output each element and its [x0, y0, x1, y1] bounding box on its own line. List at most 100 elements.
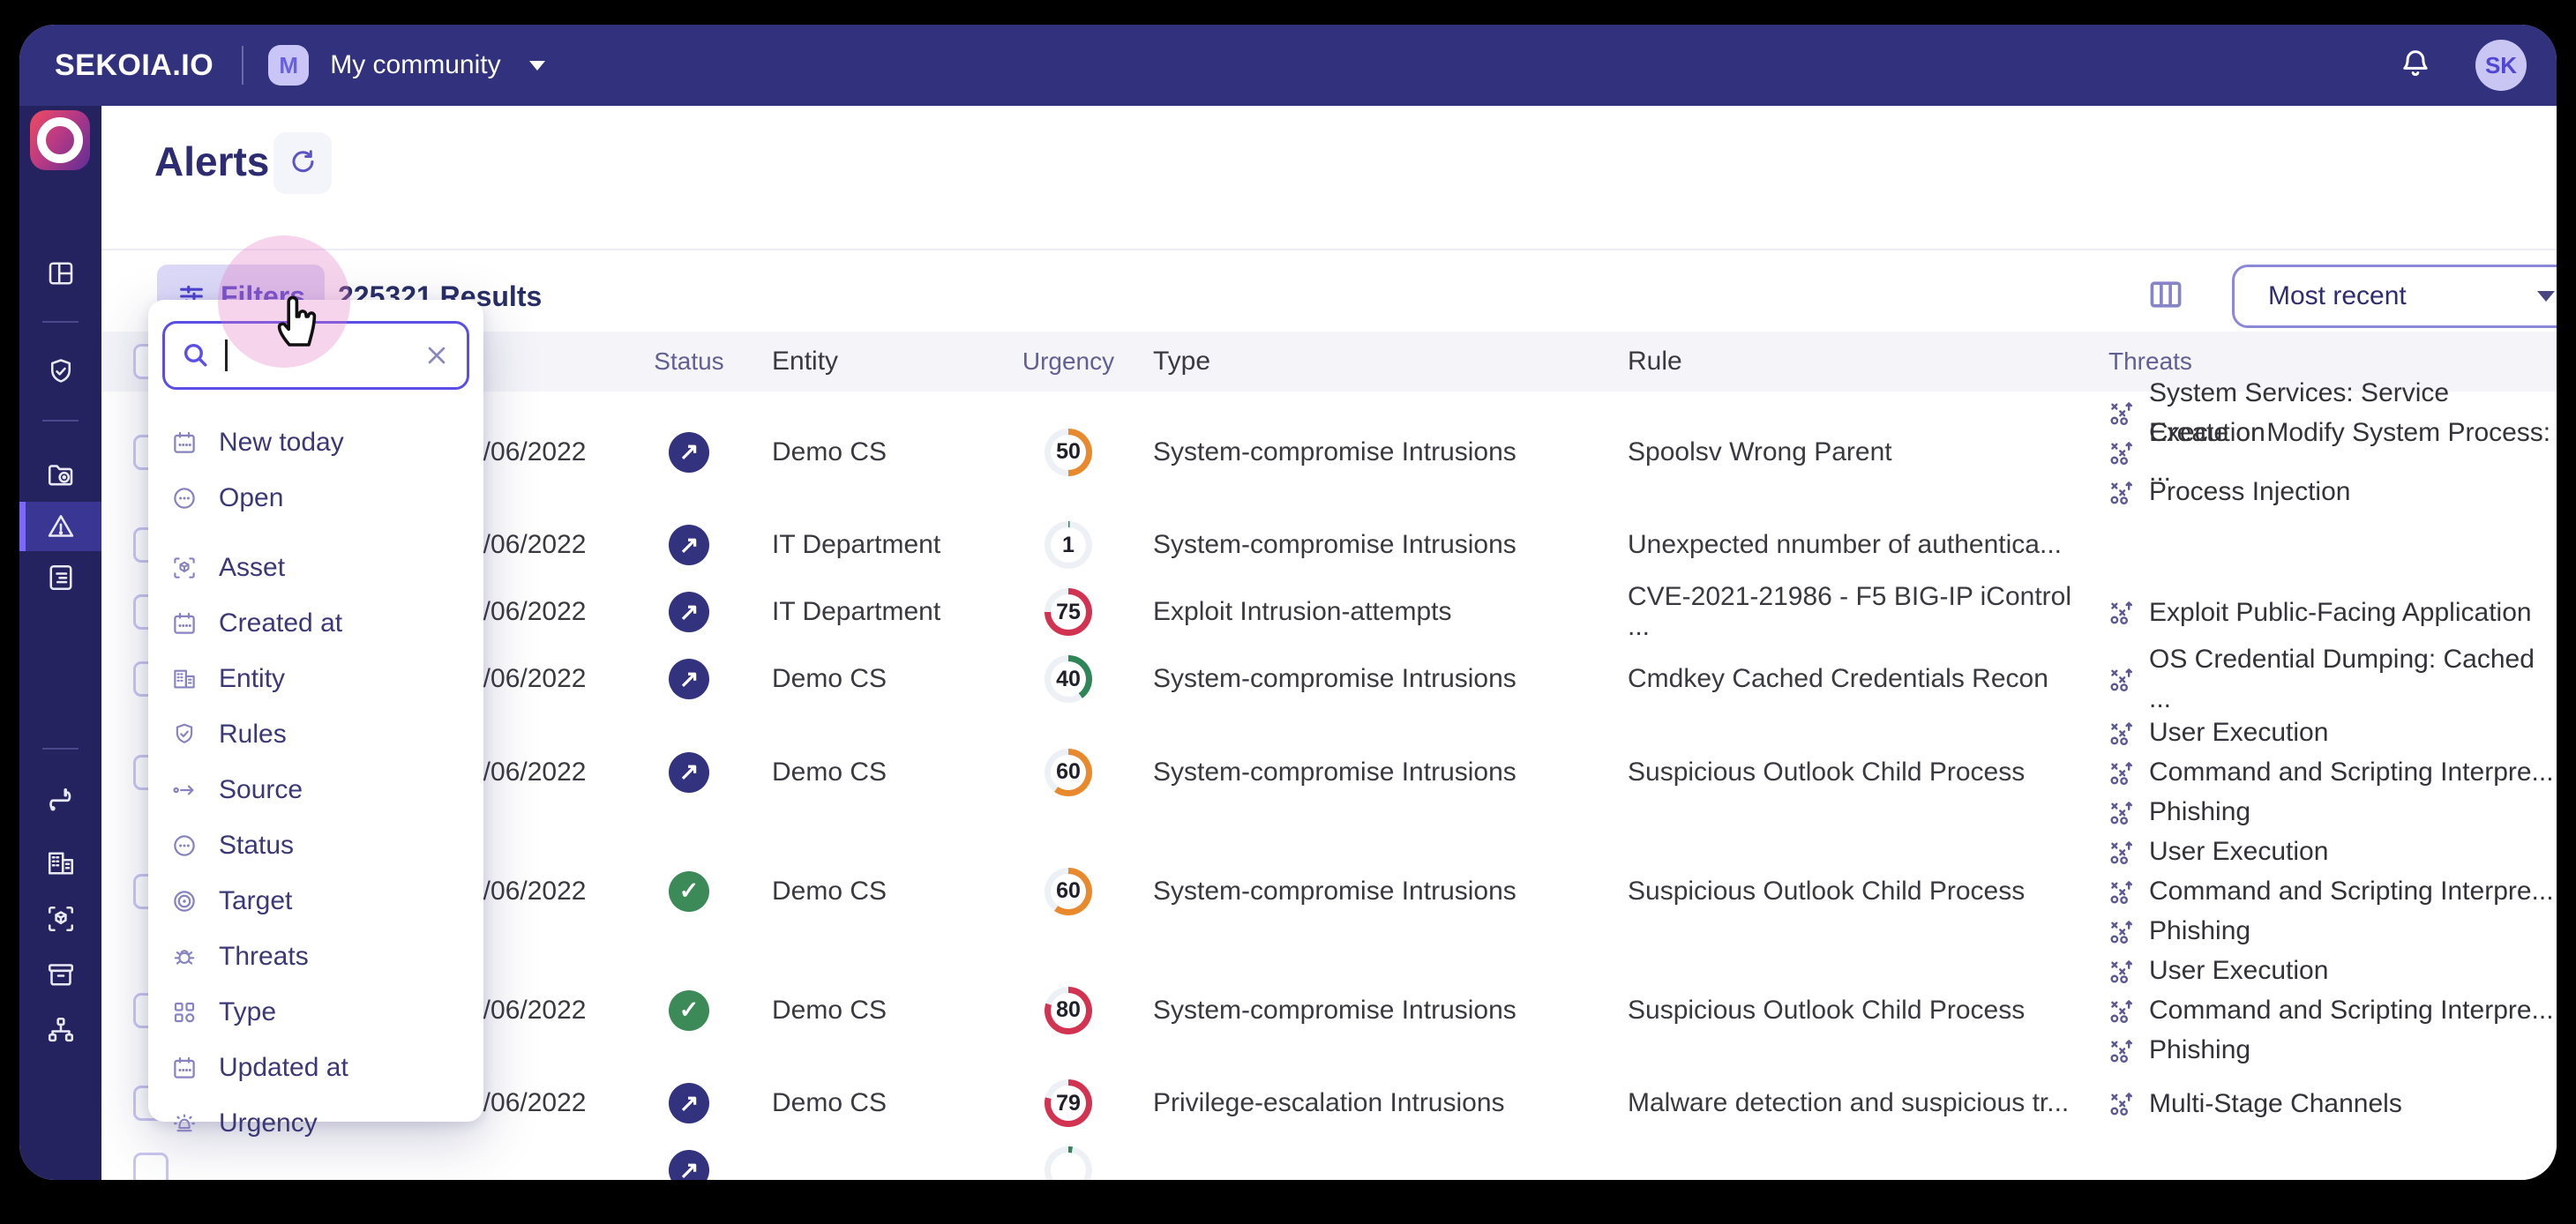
filter-item-asset[interactable]: Asset: [148, 540, 483, 595]
cell-entity: Demo CS: [742, 996, 1007, 1026]
threat-item: User Execution: [2108, 713, 2557, 752]
cell-rule: Spoolsv Wrong Parent: [1610, 437, 2086, 467]
status-circle-icon: [171, 485, 198, 511]
status-badge: [669, 1150, 709, 1180]
type-grid-icon: [171, 999, 198, 1026]
target-icon: [171, 888, 198, 914]
threat-item: Phishing: [2108, 792, 2557, 832]
cell-threats: User Execution Command and Scripting Int…: [2086, 832, 2557, 951]
urgency-gauge: 79: [1045, 1079, 1092, 1127]
columns-toggle-icon[interactable]: [2146, 275, 2185, 318]
cell-type: Exploit Intrusion-attempts: [1130, 597, 1610, 627]
threat-item: Exploit Public-Facing Application: [2108, 593, 2557, 632]
filter-item-target[interactable]: Target: [148, 873, 483, 929]
sidebar-item-entities[interactable]: [19, 839, 101, 888]
tactic-icon: [2108, 758, 2137, 787]
status-badge: [669, 871, 709, 912]
tactic-icon: [2108, 399, 2137, 427]
cell-threats: User Execution Command and Scripting Int…: [2086, 951, 2557, 1070]
cell-rule: Suspicious Outlook Child Process: [1610, 758, 2086, 787]
filter-item-type[interactable]: Type: [148, 984, 483, 1040]
sidebar-item-security[interactable]: [19, 347, 101, 397]
app-logo[interactable]: [30, 110, 90, 170]
archive-box-icon: [45, 959, 77, 990]
refresh-button[interactable]: [273, 132, 332, 194]
sidebar-item-assets[interactable]: [19, 894, 101, 944]
cell-type: System-compromise Intrusions: [1130, 996, 1610, 1026]
urgency-gauge: [1045, 1146, 1092, 1180]
clear-search-icon[interactable]: [423, 341, 451, 369]
sidebar-divider: [42, 420, 79, 422]
threat-item: Phishing: [2108, 911, 2557, 951]
status-badge: [669, 990, 709, 1031]
cell-threats: Exploit Public-Facing Application: [2086, 593, 2557, 632]
community-name: My community: [330, 50, 500, 80]
sidebar-divider: [42, 321, 79, 323]
cell-rule: Cmdkey Cached Credentials Recon: [1610, 664, 2086, 694]
alarm-icon: [171, 1110, 198, 1137]
tactic-icon: [2108, 598, 2137, 626]
shield-check-icon: [171, 721, 198, 748]
status-circle-icon: [171, 832, 198, 859]
sort-dropdown[interactable]: Most recent: [2232, 265, 2557, 328]
community-switcher[interactable]: M My community: [268, 45, 544, 86]
cell-threats: OS Credential Dumping: Cached ...: [2086, 660, 2557, 699]
col-header-threats[interactable]: Threats: [2086, 347, 2557, 376]
cell-type: System-compromise Intrusions: [1130, 530, 1610, 560]
filter-search-input[interactable]: [162, 321, 469, 390]
col-header-rule[interactable]: Rule: [1610, 347, 2086, 377]
sidebar-item-archive[interactable]: [19, 950, 101, 999]
calendar-icon: [171, 610, 198, 637]
cell-type: System-compromise Intrusions: [1130, 664, 1610, 694]
sidebar-item-community[interactable]: [19, 1005, 101, 1055]
col-header-status[interactable]: Status: [636, 347, 742, 376]
sidebar-item-intake-routes[interactable]: [19, 778, 101, 827]
notifications-bell-icon[interactable]: [2398, 46, 2433, 86]
filter-item-entity[interactable]: Entity: [148, 651, 483, 706]
topbar: SEKOIA.IO M My community SK: [19, 25, 2557, 106]
sidebar-item-dashboard[interactable]: [19, 249, 101, 298]
tactic-icon: [2108, 438, 2137, 466]
cell-rule: Malware detection and suspicious tr...: [1610, 1088, 2086, 1118]
filter-item-status[interactable]: Status: [148, 817, 483, 873]
row-checkbox[interactable]: [133, 1153, 168, 1180]
threat-item: OS Credential Dumping: Cached ...: [2108, 660, 2557, 699]
sidebar-item-cases[interactable]: [19, 553, 101, 602]
col-header-type[interactable]: Type: [1130, 347, 1610, 377]
page-title: Alerts: [154, 138, 269, 185]
brand-logo: SEKOIA.IO: [55, 49, 213, 83]
cell-rule: Suspicious Outlook Child Process: [1610, 877, 2086, 907]
threat-item: User Execution: [2108, 832, 2557, 871]
status-badge: [669, 659, 709, 699]
filter-item-threats[interactable]: Threats: [148, 929, 483, 984]
urgency-gauge: 60: [1045, 868, 1092, 915]
sidebar-item-investigations[interactable]: [19, 451, 101, 500]
building-icon: [45, 847, 77, 879]
status-badge: [669, 592, 709, 632]
tactic-icon: [2108, 798, 2137, 826]
urgency-gauge: 80: [1045, 987, 1092, 1034]
filter-item-urgency[interactable]: Urgency: [148, 1095, 483, 1151]
filter-item-source[interactable]: Source: [148, 762, 483, 817]
col-header-entity[interactable]: Entity: [742, 347, 1007, 377]
bug-icon: [171, 944, 198, 970]
threat-item: Create or Modify System Process: ...: [2108, 432, 2557, 472]
tactic-icon: [2108, 877, 2137, 906]
filter-item-new-today[interactable]: New today: [148, 414, 483, 470]
calendar-icon: [171, 1055, 198, 1081]
tactic-icon: [2108, 1036, 2137, 1064]
filter-item-rules[interactable]: Rules: [148, 706, 483, 762]
filter-item-updated-at[interactable]: Updated at: [148, 1040, 483, 1095]
status-badge: [669, 525, 709, 565]
threat-item: Multi-Stage Channels: [2108, 1084, 2557, 1123]
document-lines-icon: [45, 562, 77, 593]
user-avatar[interactable]: SK: [2475, 40, 2527, 91]
col-header-urgency[interactable]: Urgency: [1007, 347, 1130, 376]
sort-selected-value: Most recent: [2268, 281, 2407, 311]
status-badge: [669, 1083, 709, 1123]
tactic-icon: [2108, 996, 2137, 1025]
filter-item-open[interactable]: Open: [148, 470, 483, 526]
sidebar-item-alerts[interactable]: [19, 502, 101, 551]
filter-item-created-at[interactable]: Created at: [148, 595, 483, 651]
calendar-icon: [171, 429, 198, 456]
